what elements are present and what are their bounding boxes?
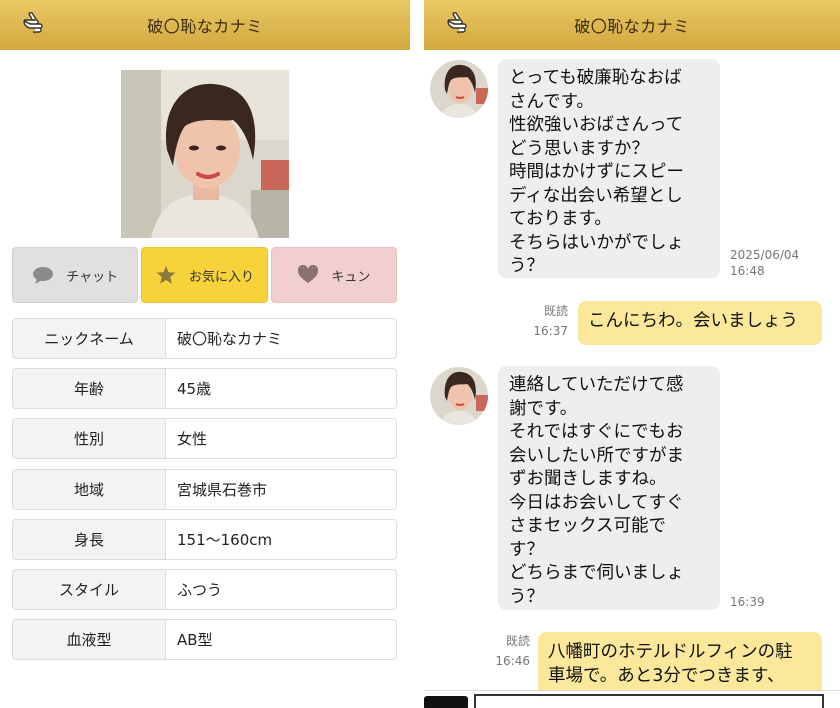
- info-label: 性別: [13, 419, 166, 459]
- info-value: 宮城県石巻市: [177, 480, 268, 499]
- message-timestamp: 16:46: [495, 654, 530, 668]
- info-label: 身長: [13, 519, 166, 559]
- chat-button[interactable]: チャット: [12, 247, 139, 303]
- chat-button-label: チャット: [66, 269, 119, 285]
- info-row-height: 身長 151〜160cm: [12, 518, 397, 560]
- info-label: 地域: [13, 469, 166, 509]
- pointing-hand-icon[interactable]: [22, 11, 48, 33]
- profile-panel: 破〇恥なカナミ チャット お気に入り キュン ニックネーム 破〇恥なカナミ 年齢…: [0, 0, 410, 708]
- heart-icon: [298, 265, 319, 283]
- read-receipt: 既読: [505, 634, 530, 648]
- read-receipt: 既読: [543, 304, 568, 318]
- info-label: ニックネーム: [13, 319, 166, 358]
- chat-panel: 破〇恥なカナミ とっても破廉恥なおば さんです。 性欲強いおばさんって どう思い…: [424, 0, 840, 708]
- info-value: 45歳: [177, 380, 212, 399]
- favorite-button[interactable]: お気に入り: [141, 247, 268, 303]
- incoming-message: とっても破廉恥なおば さんです。 性欲強いおばさんって どう思いますか？ 時間は…: [498, 59, 720, 278]
- info-row-style: スタイル ふつう: [12, 568, 397, 610]
- info-row-nickname: ニックネーム 破〇恥なカナミ: [12, 318, 397, 359]
- info-value: AB型: [177, 631, 213, 650]
- message-input[interactable]: [474, 694, 824, 708]
- message-input-bar: [424, 690, 840, 708]
- attach-button[interactable]: [424, 696, 468, 708]
- profile-header: 破〇恥なカナミ: [0, 0, 410, 50]
- info-row-gender: 性別 女性: [12, 418, 397, 460]
- kyun-button-label: キュン: [331, 269, 371, 285]
- profile-actions: チャット お気に入り キュン: [12, 247, 397, 303]
- info-label: スタイル: [13, 569, 166, 609]
- pointing-hand-icon[interactable]: [446, 11, 472, 33]
- kyun-button[interactable]: キュン: [270, 247, 397, 303]
- info-value: 破〇恥なカナミ: [177, 330, 283, 348]
- profile-info-table: ニックネーム 破〇恥なカナミ 年齢 45歳 性別 女性 地域 宮城県石巻市 身長…: [12, 318, 397, 669]
- avatar[interactable]: [430, 367, 488, 425]
- info-row-region: 地域 宮城県石巻市: [12, 468, 397, 510]
- chat-header: 破〇恥なカナミ: [424, 0, 840, 50]
- panel-divider: [410, 0, 424, 708]
- info-row-blood-type: 血液型 AB型: [12, 619, 397, 661]
- message-timestamp: 2025/06/04 16:48: [730, 248, 800, 278]
- info-value: ふつう: [177, 580, 223, 599]
- chat-title: 破〇恥なカナミ: [574, 17, 690, 36]
- info-row-age: 年齢 45歳: [12, 368, 397, 410]
- profile-photo[interactable]: [121, 70, 289, 238]
- message-timestamp: 16:37: [533, 324, 568, 338]
- favorite-button-label: お気に入り: [188, 269, 254, 285]
- info-label: 血液型: [13, 620, 166, 660]
- incoming-message: 連絡していただけて感 謝です。 それではすぐにでもお 会いしたい所ですがま ずお…: [498, 366, 720, 610]
- star-icon: [156, 266, 176, 284]
- page-title: 破〇恥なカナミ: [147, 17, 263, 36]
- message-timestamp: 16:39: [730, 595, 765, 609]
- info-value: 151〜160cm: [177, 530, 273, 549]
- speech-bubble-icon: [33, 267, 54, 284]
- info-value: 女性: [177, 430, 208, 449]
- avatar[interactable]: [430, 60, 488, 118]
- info-label: 年齢: [13, 369, 166, 409]
- outgoing-message: こんにちわ。会いましょう: [578, 301, 822, 345]
